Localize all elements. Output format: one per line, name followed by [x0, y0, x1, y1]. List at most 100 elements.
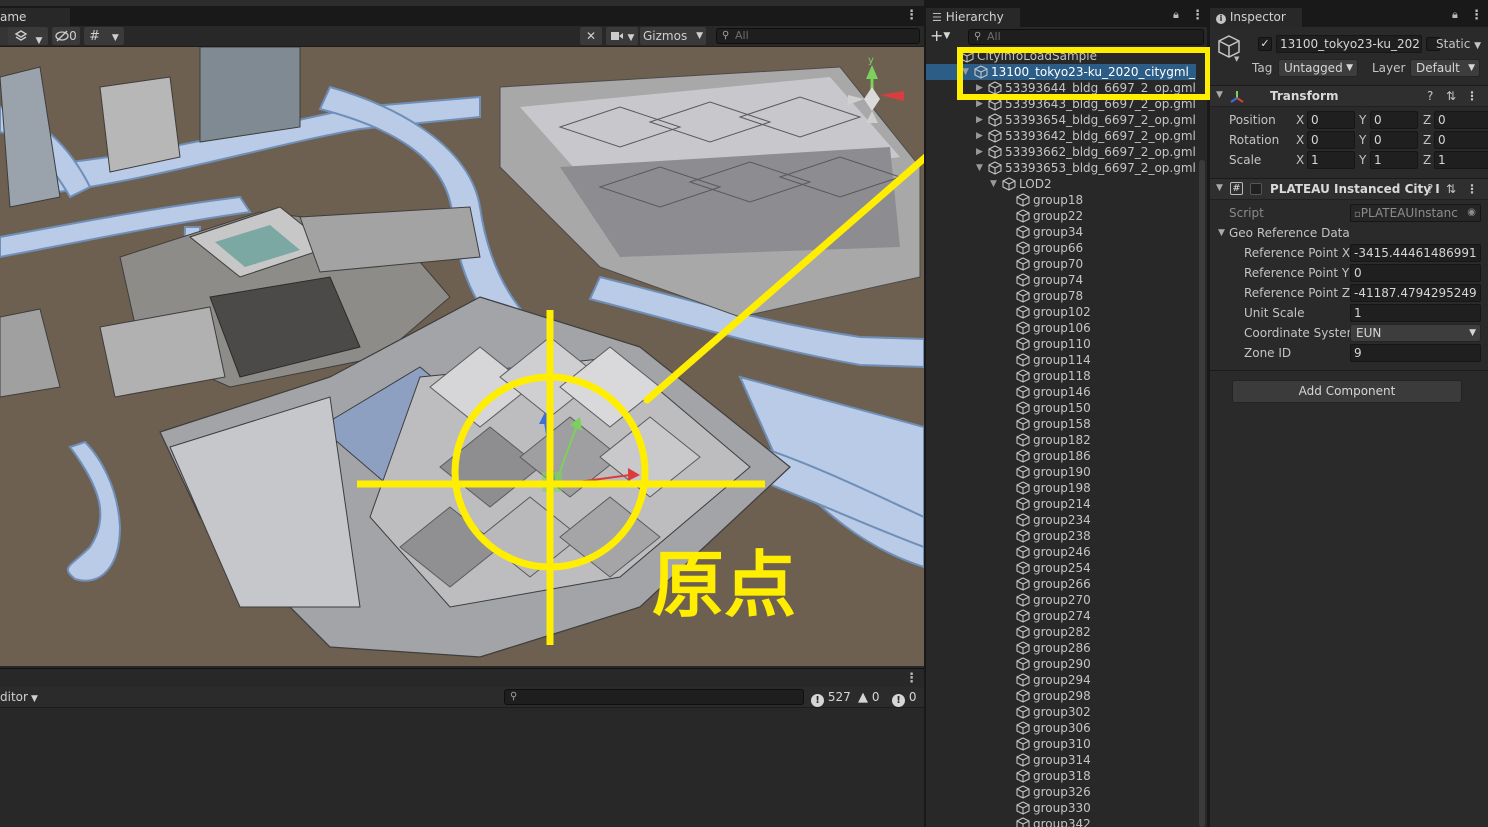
- hierarchy-item[interactable]: group106: [926, 320, 1196, 336]
- axis-z-label[interactable]: Z: [1423, 151, 1431, 169]
- console-menu-icon[interactable]: ⋮: [905, 672, 918, 686]
- create-dropdown[interactable]: +▼: [930, 28, 950, 44]
- hierarchy-item[interactable]: group254: [926, 560, 1196, 576]
- transform-rotation-x-field[interactable]: 0: [1307, 131, 1355, 149]
- axis-y-label[interactable]: Y: [1359, 131, 1366, 149]
- preset-icon[interactable]: ⇅: [1446, 182, 1456, 196]
- hierarchy-item[interactable]: group150: [926, 400, 1196, 416]
- hierarchy-item[interactable]: group22: [926, 208, 1196, 224]
- transform-scale-x-field[interactable]: 1: [1307, 151, 1355, 169]
- warning-toggle[interactable]: ▲ 0: [858, 688, 879, 706]
- hierarchy-item[interactable]: group314: [926, 752, 1196, 768]
- visibility-toggle[interactable]: 0: [52, 27, 80, 45]
- hierarchy-item[interactable]: group18: [926, 192, 1196, 208]
- hierarchy-item[interactable]: group282: [926, 624, 1196, 640]
- tag-dropdown[interactable]: Untagged ▼: [1278, 59, 1358, 77]
- geo-field-value[interactable]: 0: [1350, 264, 1481, 282]
- hierarchy-menu-icon[interactable]: ⋮: [1191, 9, 1204, 23]
- console-source-dropdown[interactable]: ditor ▼: [0, 689, 38, 707]
- transform-position-y-field[interactable]: 0: [1370, 111, 1418, 129]
- axis-x-label[interactable]: X: [1296, 131, 1304, 149]
- add-component-button[interactable]: Add Component: [1232, 380, 1462, 403]
- hierarchy-item[interactable]: group198: [926, 480, 1196, 496]
- hierarchy-item[interactable]: group286: [926, 640, 1196, 656]
- scene-viewport[interactable]: y 原点: [0, 47, 924, 666]
- transform-rotation-y-field[interactable]: 0: [1370, 131, 1418, 149]
- hierarchy-item[interactable]: group70: [926, 256, 1196, 272]
- hierarchy-item[interactable]: group78: [926, 288, 1196, 304]
- hierarchy-item[interactable]: group310: [926, 736, 1196, 752]
- transform-rotation-z-field[interactable]: 0: [1434, 131, 1488, 149]
- grid-dropdown[interactable]: # ▼: [84, 27, 124, 45]
- hierarchy-item[interactable]: group110: [926, 336, 1196, 352]
- scene-menu-icon[interactable]: ⋮: [905, 9, 918, 23]
- hierarchy-item[interactable]: group246: [926, 544, 1196, 560]
- hierarchy-search-input[interactable]: ⚲ All: [968, 29, 1204, 45]
- hierarchy-item[interactable]: ▶ 53393642_bldg_6697_2_op.gml: [926, 128, 1196, 144]
- console-search-input[interactable]: ⚲: [504, 689, 804, 705]
- transform-position-z-field[interactable]: 0: [1434, 111, 1488, 129]
- static-dropdown[interactable]: Static ▼: [1436, 35, 1481, 55]
- expand-down-icon[interactable]: ▼: [990, 176, 997, 192]
- hierarchy-item[interactable]: group302: [926, 704, 1196, 720]
- expand-right-icon[interactable]: ▶: [976, 144, 983, 160]
- hierarchy-item[interactable]: group186: [926, 448, 1196, 464]
- component-menu-icon[interactable]: ⋮: [1466, 89, 1478, 103]
- tab-scene[interactable]: ame: [0, 8, 70, 27]
- hierarchy-item[interactable]: group74: [926, 272, 1196, 288]
- expand-right-icon[interactable]: ▶: [976, 128, 983, 144]
- scene-search-input[interactable]: ⚲ All: [716, 28, 920, 44]
- component-enabled-checkbox[interactable]: [1250, 183, 1262, 195]
- lock-icon[interactable]: 🔒︎: [1452, 8, 1458, 22]
- hierarchy-item[interactable]: ▶ 53393654_bldg_6697_2_op.gml: [926, 112, 1196, 128]
- chevron-down-icon[interactable]: ▼: [1218, 228, 1225, 238]
- expand-right-icon[interactable]: ▶: [976, 112, 983, 128]
- hierarchy-item[interactable]: group118: [926, 368, 1196, 384]
- transform-header[interactable]: ▼ Transform ? ⇅ ⋮: [1210, 85, 1488, 107]
- hierarchy-item[interactable]: group266: [926, 576, 1196, 592]
- geo-field-value[interactable]: -41187.4794295249: [1350, 284, 1481, 302]
- transform-position-x-field[interactable]: 0: [1307, 111, 1355, 129]
- hierarchy-item[interactable]: group214: [926, 496, 1196, 512]
- transform-scale-y-field[interactable]: 1: [1370, 151, 1418, 169]
- layer-dropdown[interactable]: Default ▼: [1410, 59, 1480, 77]
- hierarchy-item[interactable]: group330: [926, 800, 1196, 816]
- axis-y-label[interactable]: Y: [1359, 151, 1366, 169]
- object-picker-icon[interactable]: ◉: [1467, 205, 1476, 221]
- expand-down-icon[interactable]: ▼: [976, 160, 983, 176]
- hierarchy-item[interactable]: group326: [926, 784, 1196, 800]
- hierarchy-scrollbar[interactable]: [1199, 160, 1205, 827]
- hierarchy-item[interactable]: group34: [926, 224, 1196, 240]
- tab-hierarchy[interactable]: ☰ Hierarchy: [926, 8, 1020, 27]
- hierarchy-item[interactable]: group298: [926, 688, 1196, 704]
- axis-x-label[interactable]: X: [1296, 111, 1304, 129]
- hierarchy-item[interactable]: group318: [926, 768, 1196, 784]
- hierarchy-item[interactable]: group146: [926, 384, 1196, 400]
- hierarchy-item[interactable]: group290: [926, 656, 1196, 672]
- hierarchy-item[interactable]: group274: [926, 608, 1196, 624]
- camera-dropdown[interactable]: ▼: [606, 27, 638, 45]
- lock-icon[interactable]: 🔒︎: [1173, 8, 1179, 22]
- axis-y-label[interactable]: Y: [1359, 111, 1366, 129]
- inspector-menu-icon[interactable]: ⋮: [1470, 9, 1483, 23]
- hierarchy-item[interactable]: group158: [926, 416, 1196, 432]
- hierarchy-item[interactable]: group182: [926, 432, 1196, 448]
- hierarchy-item[interactable]: ▼ LOD2: [926, 176, 1196, 192]
- script-field[interactable]: ▫PLATEAUInstanc ◉: [1350, 204, 1481, 222]
- plateau-component-header[interactable]: ▼ # PLATEAU Instanced City I ? ⇅ ⋮: [1210, 178, 1488, 200]
- geo-reference-label[interactable]: Geo Reference Data: [1229, 224, 1350, 242]
- axis-z-label[interactable]: Z: [1423, 111, 1431, 129]
- tools-button[interactable]: ✕: [580, 27, 602, 45]
- hierarchy-item[interactable]: group66: [926, 240, 1196, 256]
- hierarchy-item[interactable]: group238: [926, 528, 1196, 544]
- hierarchy-item[interactable]: group190: [926, 464, 1196, 480]
- layers-dropdown[interactable]: ▼: [8, 27, 48, 46]
- geo-field-value[interactable]: -3415.44461486991: [1350, 244, 1481, 262]
- hierarchy-item[interactable]: group306: [926, 720, 1196, 736]
- help-icon[interactable]: ?: [1427, 89, 1433, 103]
- active-checkbox[interactable]: ✓: [1258, 37, 1272, 51]
- axis-z-label[interactable]: Z: [1423, 131, 1431, 149]
- axis-x-label[interactable]: X: [1296, 151, 1304, 169]
- coordinate-system-dropdown[interactable]: EUN ▼: [1350, 324, 1481, 342]
- gizmos-dropdown[interactable]: Gizmos ▼: [640, 27, 706, 45]
